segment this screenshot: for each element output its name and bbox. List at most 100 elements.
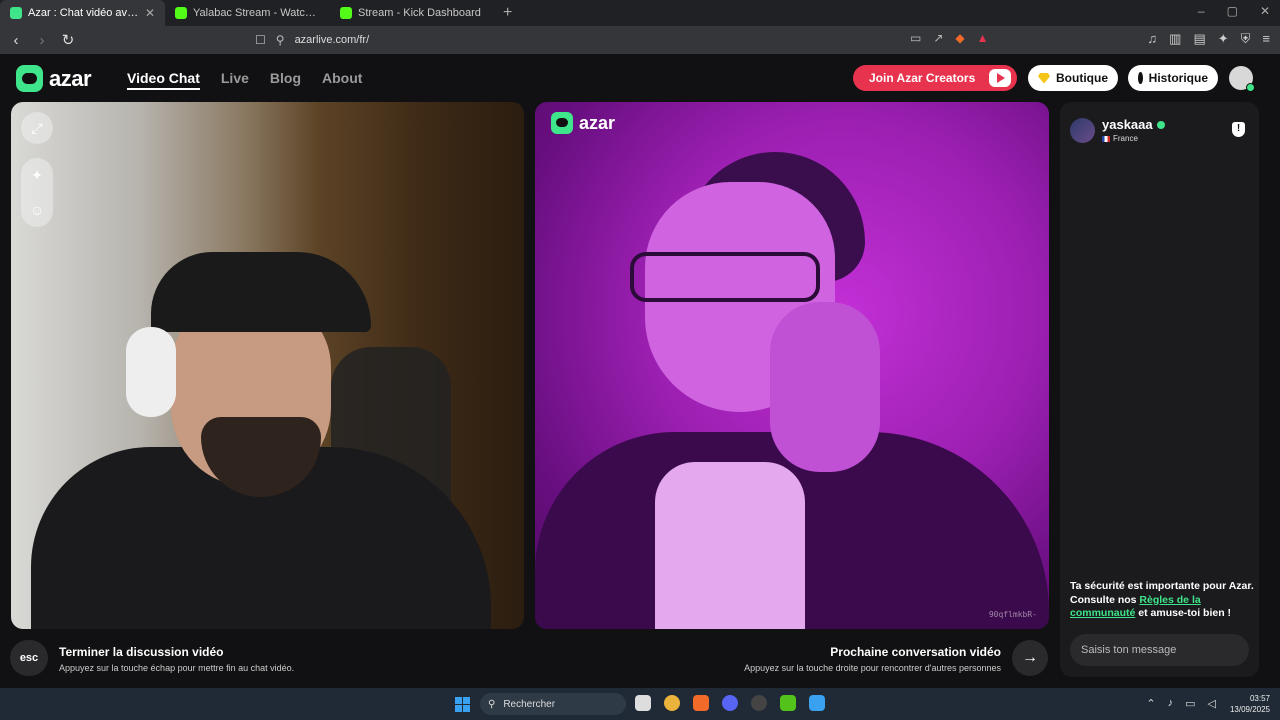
menu-icon[interactable]: ≡ <box>1262 31 1270 47</box>
bookmark-icon[interactable]: ☐ <box>255 33 266 47</box>
next-chat-subtitle: Appuyez sur la touche droite pour rencon… <box>744 663 1001 673</box>
play-icon <box>989 69 1011 87</box>
profile-avatar[interactable] <box>1229 66 1255 92</box>
historique-button[interactable]: Historique <box>1128 65 1218 91</box>
brave-shield-icon[interactable]: ◆ <box>955 31 964 45</box>
brave-icon[interactable] <box>693 695 709 711</box>
nav-video-chat[interactable]: Video Chat <box>127 70 200 90</box>
minimize-icon[interactable]: – <box>1198 4 1205 18</box>
azar-watermark: azar <box>551 112 615 134</box>
brave-rewards-icon[interactable]: ▲ <box>977 31 989 45</box>
verified-icon <box>1156 120 1165 129</box>
partner-avatar[interactable] <box>1070 117 1095 143</box>
next-chat-title: Prochaine conversation vidéo <box>830 645 1001 659</box>
message-input[interactable]: Saisis ton message <box>1070 634 1249 666</box>
address-bar[interactable]: ☐ ⚲ azarlive.com/fr/ <box>255 29 1000 51</box>
azar-logo-icon <box>16 65 43 92</box>
bluestacks-icon[interactable] <box>809 695 825 711</box>
main-nav: Video Chat Live Blog About <box>127 70 362 90</box>
extension-icons: ▭ ↗ ◆ ▲ <box>910 31 989 45</box>
kick-app-icon[interactable] <box>780 695 796 711</box>
creators-label: Join Azar Creators <box>869 71 976 85</box>
file-explorer-icon[interactable] <box>635 695 651 711</box>
back-icon[interactable]: ‹ <box>6 32 26 49</box>
volume-icon[interactable]: ◁ <box>1208 697 1216 710</box>
face-filter-icon[interactable]: ☺ <box>30 202 44 218</box>
forward-icon[interactable]: › <box>32 32 52 49</box>
resize-video-icon[interactable]: ⤢ <box>21 112 53 144</box>
system-tray: ⌃ ♪ ▭ ◁ <box>1146 697 1216 710</box>
safety-text-end: et amuse-toi bien ! <box>1135 607 1232 619</box>
network-icon[interactable]: ▭ <box>1185 697 1195 710</box>
end-chat-button[interactable]: esc <box>10 640 48 676</box>
boutique-button[interactable]: Boutique <box>1028 65 1118 91</box>
taskbar-search[interactable]: ⚲ Rechercher <box>480 693 626 715</box>
microphone-icon[interactable]: ♪ <box>1168 697 1174 710</box>
site-info-icon[interactable]: ⚲ <box>276 33 285 47</box>
window-controls: – ▢ ✕ <box>1198 4 1270 18</box>
watermark-text: azar <box>579 112 616 133</box>
next-chat-button[interactable]: → <box>1012 640 1048 676</box>
chevron-up-icon[interactable]: ⌃ <box>1146 697 1155 710</box>
video-tools: ⤢ ✦ ☺ <box>21 112 53 227</box>
search-label: Rechercher <box>503 698 556 710</box>
effects-icon[interactable]: ✦ <box>31 167 43 184</box>
tab-yalabac-stream[interactable]: Yalabac Stream - Watch Live on Kick <box>165 0 330 26</box>
stranger-code: 90qflmkbR- <box>988 610 1037 619</box>
maximize-icon[interactable]: ▢ <box>1227 4 1238 18</box>
browser-menu-icons: ♫ ▥ ▤ ✦ ⛨ ≡ <box>1147 31 1270 47</box>
new-tab-icon[interactable]: + <box>503 4 512 22</box>
nav-about[interactable]: About <box>322 70 362 90</box>
tab-azar[interactable]: Azar : Chat vidéo avec de no ✕ <box>0 0 165 26</box>
vpn-icon[interactable]: ⛨ <box>1241 31 1251 47</box>
report-shield-icon[interactable]: ! <box>1232 122 1245 137</box>
azar-logo[interactable]: azar <box>16 65 92 92</box>
wallet-icon[interactable]: ▤ <box>1193 31 1205 47</box>
tab-title: Azar : Chat vidéo avec de no <box>28 7 139 19</box>
obs-icon[interactable] <box>751 695 767 711</box>
chrome-icon[interactable] <box>664 695 680 711</box>
taskbar-clock[interactable]: 03:57 13/09/2025 <box>1230 693 1270 715</box>
nav-blog[interactable]: Blog <box>270 70 301 90</box>
windows-start-icon[interactable] <box>455 697 470 712</box>
kick-favicon-icon <box>175 7 187 19</box>
azar-favicon-icon <box>10 7 22 19</box>
close-tab-icon[interactable]: ✕ <box>145 6 155 20</box>
leo-ai-icon[interactable]: ✦ <box>1218 31 1229 47</box>
share-icon[interactable]: ↗ <box>933 31 943 45</box>
local-user-image <box>31 237 491 629</box>
partner-country: France <box>1113 134 1138 143</box>
azar-logo-icon <box>551 112 573 134</box>
close-window-icon[interactable]: ✕ <box>1260 4 1270 18</box>
end-chat-title: Terminer la discussion vidéo <box>59 645 224 659</box>
search-icon: ⚲ <box>488 698 496 710</box>
windows-taskbar: ⚲ Rechercher ⌃ ♪ ▭ ◁ 03:57 13/09/2025 <box>0 688 1280 720</box>
online-status-icon <box>1246 83 1255 92</box>
historique-label: Historique <box>1148 71 1208 85</box>
taskbar-apps <box>635 695 825 711</box>
boutique-label: Boutique <box>1056 71 1108 85</box>
tab-title: Yalabac Stream - Watch Live on Kick <box>193 7 320 19</box>
nav-live[interactable]: Live <box>221 70 249 90</box>
url-text[interactable]: azarlive.com/fr/ <box>295 34 370 46</box>
end-chat-subtitle: Appuyez sur la touche échap pour mettre … <box>59 663 295 673</box>
next-chat-hint: Prochaine conversation vidéo Appuyez sur… <box>744 645 1001 673</box>
discord-icon[interactable] <box>722 695 738 711</box>
effects-group: ✦ ☺ <box>21 158 53 227</box>
date-text: 13/09/2025 <box>1229 705 1270 714</box>
media-icon[interactable]: ♫ <box>1147 31 1157 47</box>
tab-kick-dashboard[interactable]: Stream - Kick Dashboard <box>330 0 495 26</box>
cast-icon[interactable]: ▭ <box>910 31 921 45</box>
logo-text: azar <box>49 65 92 91</box>
partner-info[interactable]: yaskaaa France <box>1070 117 1165 143</box>
azar-page: azar Video Chat Live Blog About Join Aza… <box>0 54 1280 688</box>
sidebar-icon[interactable]: ▥ <box>1169 31 1181 47</box>
tab-title: Stream - Kick Dashboard <box>358 7 481 19</box>
partner-username: yaskaaa <box>1102 117 1153 132</box>
browser-toolbar: ‹ › ↻ ☐ ⚲ azarlive.com/fr/ ▭ ↗ ◆ ▲ ♫ ▥ ▤… <box>0 26 1280 54</box>
my-video-feed <box>11 102 524 629</box>
safety-notice: Ta sécurité est importante pour Azar. Co… <box>1070 580 1255 621</box>
join-creators-button[interactable]: Join Azar Creators <box>853 65 1017 91</box>
reload-icon[interactable]: ↻ <box>58 31 78 49</box>
time-text: 03:57 <box>1249 694 1270 703</box>
